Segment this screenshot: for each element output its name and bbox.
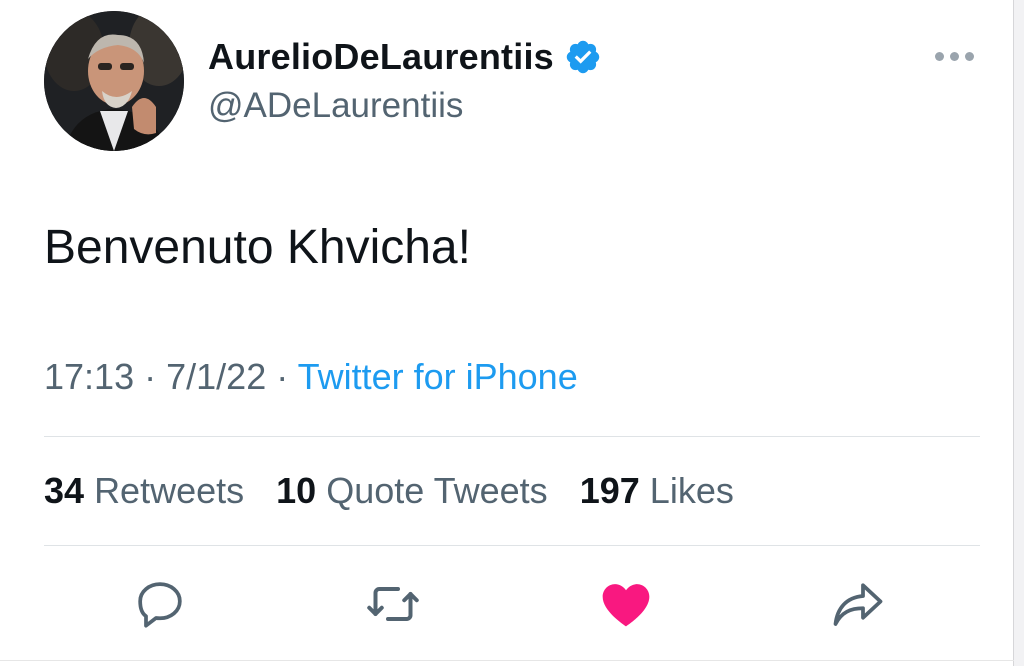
meta-separator: · (276, 356, 289, 397)
reply-icon[interactable] (130, 574, 190, 634)
tweet-time[interactable]: 17:13 (44, 356, 134, 397)
divider (44, 545, 980, 546)
retweets-count: 34 (44, 470, 85, 511)
quote-tweets-stat[interactable]: 10 Quote Tweets (276, 470, 548, 511)
retweets-stat[interactable]: 34 Retweets (44, 470, 244, 511)
tweet-text: Benvenuto Khvicha! (44, 221, 471, 274)
more-options-icon[interactable] (935, 44, 979, 68)
quote-tweets-count: 10 (276, 470, 317, 511)
bottom-border (0, 660, 1014, 661)
quote-tweets-label: Quote Tweets (326, 470, 548, 511)
retweet-icon[interactable] (363, 574, 423, 634)
likes-label: Likes (649, 470, 734, 511)
divider (44, 436, 980, 437)
likes-count: 197 (579, 470, 640, 511)
author-name[interactable]: AurelioDeLaurentiis (208, 36, 554, 78)
tweet-meta: 17:13 · 7/1/22 · Twitter for iPhone (44, 356, 578, 398)
retweets-label: Retweets (94, 470, 245, 511)
meta-separator: · (144, 356, 157, 397)
tweet-date[interactable]: 7/1/22 (166, 356, 266, 397)
verified-badge-icon (564, 38, 602, 76)
avatar[interactable] (44, 11, 184, 151)
heart-icon[interactable] (596, 574, 656, 634)
avatar-photo (44, 11, 184, 151)
likes-stat[interactable]: 197 Likes (580, 470, 734, 511)
tweet-source[interactable]: Twitter for iPhone (298, 356, 578, 397)
author-handle[interactable]: @ADeLaurentiis (208, 86, 463, 126)
scroll-edge (1013, 0, 1024, 666)
share-icon[interactable] (828, 574, 888, 634)
tweet-stats: 34 Retweets 10 Quote Tweets 197 Likes (44, 470, 756, 512)
